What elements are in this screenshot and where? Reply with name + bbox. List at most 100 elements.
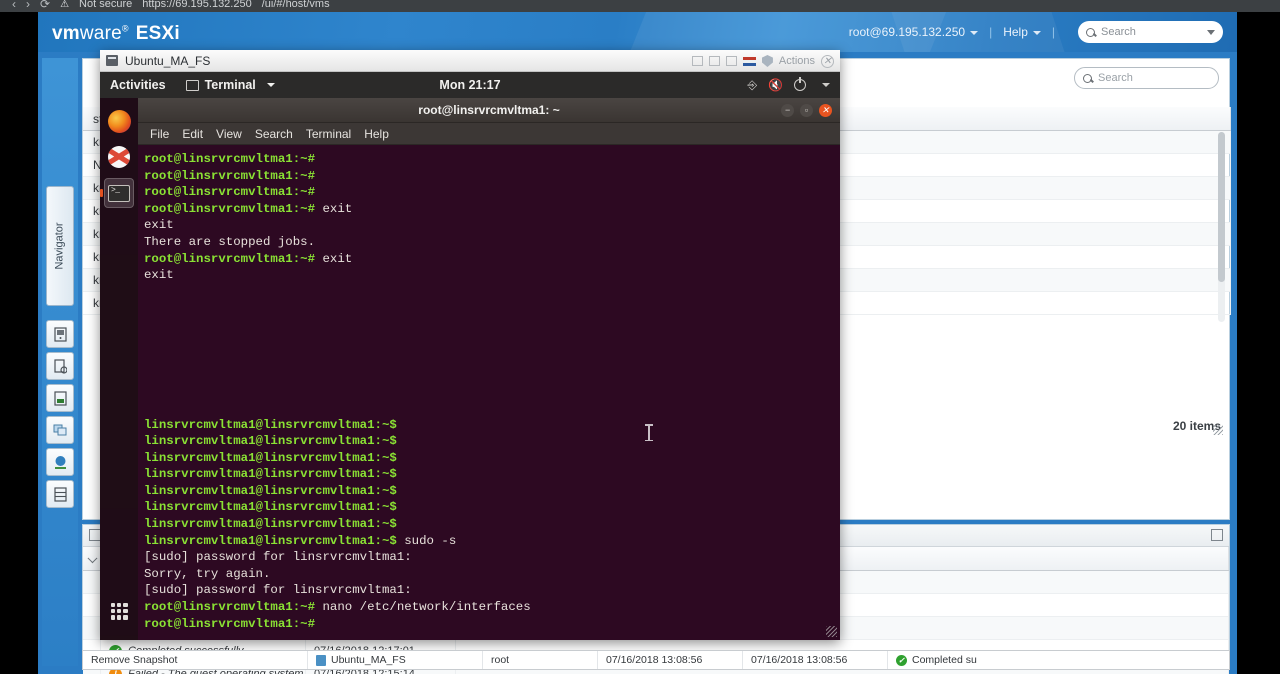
browser-forward-button[interactable]: ›	[26, 0, 30, 11]
terminal-line: root@linsrvrcmvltma1:~#	[144, 184, 840, 201]
activities-button[interactable]: Activities	[110, 78, 166, 92]
terminal-line: root@linsrvrcmvltma1:~#	[144, 168, 840, 185]
vm-console-icon	[106, 55, 118, 66]
terminal-output: [sudo] password for linsrvrcmvltma1:	[144, 583, 412, 598]
resize-grip-icon[interactable]	[1213, 425, 1223, 435]
terminal-menu-terminal[interactable]: Terminal	[306, 127, 351, 141]
vm-table-scrollbar[interactable]	[1218, 132, 1225, 322]
app-menu[interactable]: Terminal	[185, 78, 275, 92]
sidebar-item-networking[interactable]	[46, 416, 74, 444]
status-task-name: Remove Snapshot	[83, 651, 308, 669]
volume-muted-icon[interactable]: 🔇	[768, 78, 783, 92]
terminal-output: [sudo] password for linsrvrcmvltma1:	[144, 550, 412, 565]
resize-grip-icon[interactable]	[826, 626, 837, 637]
terminal-icon	[108, 184, 130, 202]
task-spacer-cell	[83, 617, 101, 639]
task-spacer-cell	[83, 571, 101, 593]
dock-item-show-applications[interactable]	[104, 596, 134, 626]
accessibility-icon[interactable]: ⎆	[747, 78, 757, 93]
sidebar-item-vm-settings[interactable]	[46, 352, 74, 380]
brand-ware: ware	[79, 23, 122, 44]
terminal-prompt: linsrvrcmvltma1@linsrvrcmvltma1:~$	[144, 517, 397, 532]
gnome-terminal-window: root@linsrvrcmvltma1: ~ − ▫ ✕ File Edit Vi…	[138, 98, 840, 640]
chevron-down-icon	[1207, 29, 1215, 35]
sidebar-item-datastore[interactable]	[46, 480, 74, 508]
divider-1: |	[989, 25, 993, 39]
help-menu[interactable]: Help	[1003, 25, 1041, 39]
window-icon[interactable]	[725, 56, 737, 66]
monitor-icon	[54, 455, 66, 469]
user-menu-label: root@69.195.132.250	[848, 25, 966, 39]
navigator-tab[interactable]: Navigator	[46, 186, 74, 306]
global-search-input[interactable]: Search	[1078, 21, 1223, 43]
actions-shield-icon[interactable]	[761, 55, 773, 67]
actions-button[interactable]: Actions	[779, 55, 815, 67]
terminal-line: linsrvrcmvltma1@linsrvrcmvltma1:~$	[144, 516, 840, 533]
terminal-menu-edit[interactable]: Edit	[182, 127, 203, 141]
terminal-output: exit	[144, 218, 174, 233]
terminal-command: exit	[315, 201, 353, 216]
terminal-menu-view[interactable]: View	[216, 127, 242, 141]
terminal-line: linsrvrcmvltma1@linsrvrcmvltma1:~$	[144, 499, 840, 516]
sidebar-item-vm-storage[interactable]	[46, 384, 74, 412]
terminal-icon	[185, 79, 199, 91]
tasks-panel-expand-icon[interactable]	[1211, 529, 1223, 541]
help-menu-label: Help	[1003, 25, 1028, 39]
terminal-titlebar[interactable]: root@linsrvrcmvltma1: ~ − ▫ ✕	[138, 98, 840, 123]
vm-list-search-input[interactable]: Search	[1074, 67, 1219, 89]
sidebar-item-host[interactable]	[46, 320, 74, 348]
dock-item-terminal[interactable]	[100, 178, 134, 208]
vm-icon	[316, 654, 326, 666]
esxi-top-bar: vmware® ESXi root@69.195.132.250 | Help |…	[38, 12, 1237, 52]
terminal-line: linsrvrcmvltma1@linsrvrcmvltma1:~$	[144, 450, 840, 467]
terminal-menu-search[interactable]: Search	[255, 127, 293, 141]
vm-table-scrollbar-thumb[interactable]	[1218, 132, 1225, 282]
dock-item-firefox[interactable]	[104, 106, 134, 136]
sidebar-item-monitor[interactable]	[46, 448, 74, 476]
terminal-prompt: linsrvrcmvltma1@linsrvrcmvltma1:~$	[144, 450, 397, 465]
terminal-line: exit	[144, 267, 840, 284]
vm-console-titlebar[interactable]: Ubuntu_MA_FS Actions ✕	[100, 50, 840, 72]
terminal-line: root@linsrvrcmvltma1:~#	[144, 616, 840, 633]
terminal-output: Sorry, try again.	[144, 566, 271, 581]
fullscreen-icon[interactable]	[691, 56, 703, 66]
maximize-icon[interactable]: ▫	[800, 103, 813, 117]
terminal-prompt: linsrvrcmvltma1@linsrvrcmvltma1:~$	[144, 434, 397, 449]
column-header-task-chevron[interactable]	[83, 547, 101, 570]
terminal-prompt: root@linsrvrcmvltma1:~#	[144, 600, 316, 615]
ubuntu-desktop: root@linsrvrcmvltma1: ~ − ▫ ✕ File Edit Vi…	[100, 98, 840, 640]
terminal-menu-help[interactable]: Help	[364, 127, 389, 141]
terminal-output: exit	[144, 268, 174, 283]
status-queued: 07/16/2018 13:08:56	[598, 651, 743, 669]
user-menu[interactable]: root@69.195.132.250	[848, 25, 979, 39]
browser-back-button[interactable]: ‹	[12, 0, 16, 11]
minimize-icon[interactable]: −	[781, 103, 794, 117]
chevron-down-icon	[1032, 30, 1041, 35]
power-icon[interactable]	[794, 77, 806, 91]
terminal-line: linsrvrcmvltma1@linsrvrcmvltma1:~$	[144, 483, 840, 500]
dock-item-ubuntu-software[interactable]	[104, 142, 134, 172]
chevron-down-icon[interactable]	[87, 552, 98, 563]
terminal-menu-file[interactable]: File	[150, 127, 169, 141]
networking-icon	[53, 424, 66, 436]
keyboard-flag-icon[interactable]	[742, 56, 756, 66]
terminal-line: Sorry, try again.	[144, 566, 840, 583]
not-secure-icon: ⚠	[60, 0, 70, 10]
address-bar[interactable]: https://69.195.132.250	[142, 0, 251, 10]
terminal-title: root@linsrvrcmvltma1: ~	[418, 103, 560, 117]
chevron-down-icon[interactable]	[822, 83, 830, 87]
close-icon[interactable]: ✕	[819, 103, 832, 117]
send-keys-icon[interactable]	[708, 56, 720, 66]
vm-console-window: Ubuntu_MA_FS Actions ✕ Activities Termin…	[100, 50, 840, 640]
close-icon[interactable]: ✕	[821, 54, 834, 68]
browser-reload-button[interactable]: ⟳	[40, 0, 50, 11]
status-target-label: Ubuntu_MA_FS	[331, 654, 406, 666]
brand-vm: vm	[52, 23, 80, 44]
terminal-line: linsrvrcmvltma1@linsrvrcmvltma1:~$ sudo …	[144, 533, 840, 550]
gnome-system-tray: ⎆ 🔇	[747, 77, 830, 93]
navigator-tab-label: Navigator	[54, 222, 67, 270]
terminal-screen[interactable]: root@linsrvrcmvltma1:~# root@linsrvrcmvlt…	[138, 145, 840, 640]
terminal-line: root@linsrvrcmvltma1:~# exit	[144, 251, 840, 268]
